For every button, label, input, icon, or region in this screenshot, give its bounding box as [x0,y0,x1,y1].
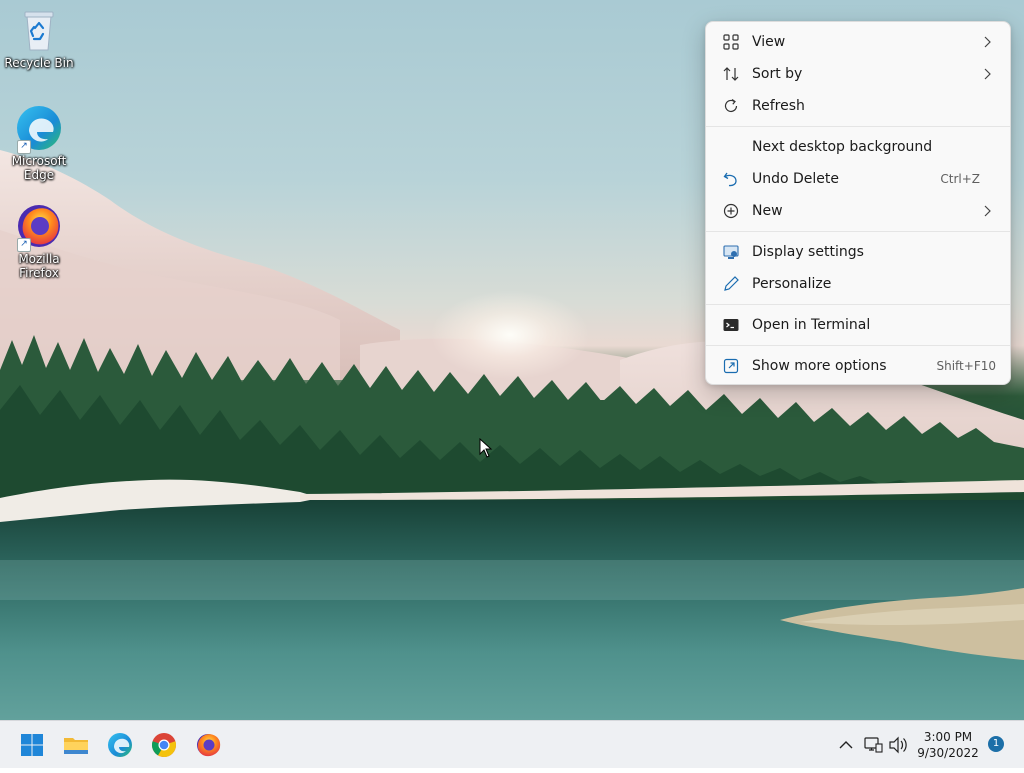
menu-item-personalize[interactable]: Personalize [710,269,1006,299]
desktop-icon-label: Recycle Bin [4,56,74,70]
menu-item-open-in-terminal[interactable]: Open in Terminal [710,310,1006,340]
menu-item-label: New [752,203,783,219]
desktop-icon-microsoft-edge[interactable]: ↗ Microsoft Edge [3,104,75,182]
menu-separator [706,304,1010,305]
taskbar-firefox-button[interactable] [192,729,224,761]
shortcut-arrow-icon: ↗ [17,238,31,252]
menu-item-label: Undo Delete [752,171,840,187]
menu-item-next-desktop-background[interactable]: Next desktop background [710,132,1006,162]
start-icon [21,734,43,756]
grid-icon [723,34,739,50]
menu-item-label: View [752,34,786,50]
menu-item-undo-delete[interactable]: Undo Delete Ctrl+Z [710,164,1006,194]
firefox-icon [197,734,221,757]
sort-icon [723,67,739,81]
desktop-icon-mozilla-firefox[interactable]: ↗ Mozilla Firefox [3,202,75,280]
desktop-icon-label: Mozilla Firefox [18,252,60,280]
taskbar-start-button[interactable] [16,729,48,761]
display-icon [723,245,739,259]
firefox-icon: ↗ [15,202,63,252]
shortcut-arrow-icon: ↗ [17,140,31,154]
menu-item-sort-by[interactable]: Sort by [710,59,1006,89]
menu-item-new[interactable]: New [710,196,1006,226]
menu-item-display-settings[interactable]: Display settings [710,237,1006,267]
taskbar-edge-button[interactable] [104,729,136,761]
file-explorer-icon [64,738,88,754]
edge-icon: ↗ [15,104,63,154]
menu-item-label: Show more options [752,358,887,374]
menu-item-refresh[interactable]: Refresh [710,91,1006,121]
menu-item-label: Next desktop background [752,139,933,155]
taskbar-chrome-button[interactable] [148,729,180,761]
pen-icon [724,276,739,291]
menu-item-label: Sort by [752,66,803,82]
plus-circle-icon [723,203,739,219]
wallpaper-shore [0,479,1024,522]
menu-item-label: Display settings [752,244,864,260]
recycle-bin-icon [15,6,63,54]
menu-separator [706,126,1010,127]
menu-item-show-more-options[interactable]: Show more options Shift+F10 [710,351,1006,381]
menu-item-label: Personalize [752,276,832,292]
clock-date: 9/30/2022 [917,746,979,760]
desktop-icon-recycle-bin[interactable]: Recycle Bin [3,6,75,70]
volume-icon [889,736,907,754]
terminal-icon [723,319,739,331]
clock-time: 3:00 PM [923,730,973,744]
taskbar-clock[interactable]: 3:00 PM 9/30/2022 [912,729,984,761]
notification-badge[interactable]: 1 [988,736,1004,752]
external-icon [723,358,739,374]
shortcut-hint: Shift+F10 [936,359,996,373]
tray-overflow-button[interactable] [834,721,858,769]
menu-separator [706,345,1010,346]
tray-network-button[interactable] [862,721,884,769]
shortcut-hint: Ctrl+Z [940,172,980,186]
chevron-up-icon [839,741,853,749]
network-icon [864,737,883,753]
desktop-context-menu: View Sort by Refresh Next desktop backgr… [705,21,1011,385]
desktop-icon-label: Microsoft Edge [11,154,67,182]
menu-item-label: Refresh [752,98,805,114]
menu-separator [706,231,1010,232]
taskbar: 3:00 PM 9/30/2022 [0,720,1024,768]
undo-icon [723,172,737,187]
chrome-icon [152,733,176,757]
taskbar-file-explorer-button[interactable] [60,729,92,761]
menu-item-view[interactable]: View [710,27,1006,57]
tray-volume-button[interactable] [886,721,910,769]
edge-icon [108,733,132,757]
mouse-cursor-icon [479,438,493,458]
menu-item-label: Open in Terminal [752,317,871,333]
refresh-icon [724,99,738,112]
chevron-right-icon [984,205,991,217]
chevron-right-icon [984,68,991,80]
wallpaper-grass-island [780,588,1024,660]
chevron-right-icon [984,36,991,48]
